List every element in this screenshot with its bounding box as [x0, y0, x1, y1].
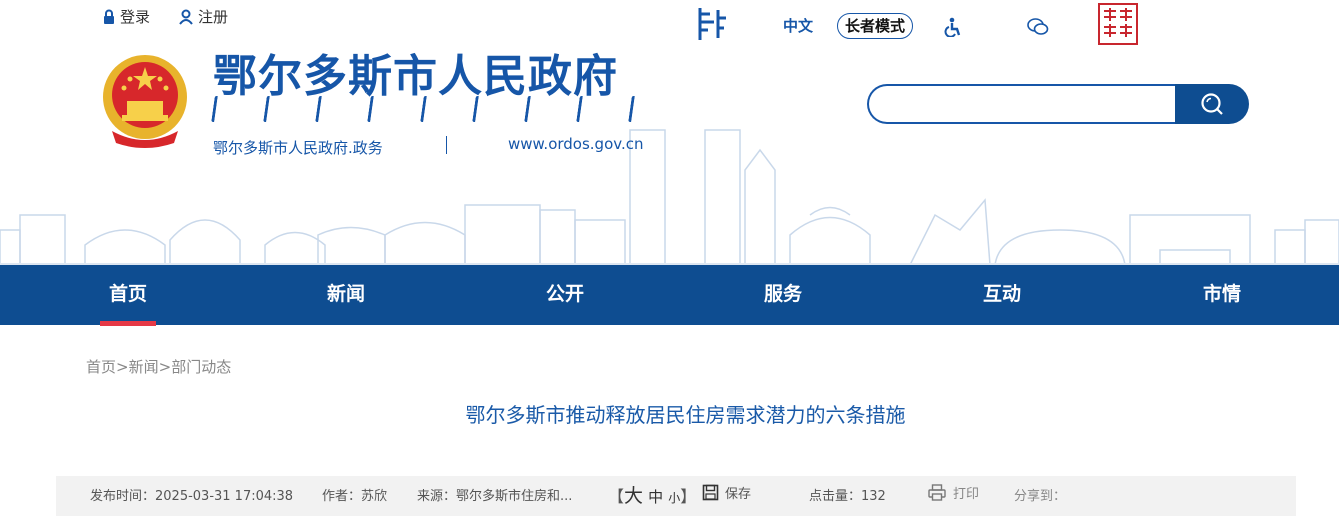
- article-title: 鄂尔多斯市推动释放居民住房需求潜力的六条措施: [465, 403, 906, 427]
- nav-item-news[interactable]: 新闻: [286, 265, 406, 325]
- article-meta-bar: 发布时间：2025-03-31 17:04:38 作者：苏欣 来源：鄂尔多斯市住…: [56, 476, 1296, 516]
- hit-count-label: 点击量：: [809, 489, 862, 504]
- save-icon: [702, 484, 719, 501]
- article-source: 来源：鄂尔多斯市住房和...: [417, 489, 573, 504]
- user-icon: [179, 9, 193, 25]
- login-label: 登录: [120, 8, 151, 26]
- font-bracket-left: 【: [608, 487, 625, 506]
- search-input[interactable]: [867, 84, 1187, 124]
- breadcrumb: 首页>新闻>部门动态: [86, 356, 231, 377]
- font-bracket-right: 】: [680, 487, 697, 506]
- mongolian-script-icon[interactable]: [692, 6, 730, 42]
- site-title: 鄂尔多斯市人民政府: [213, 51, 618, 102]
- site-divider: [446, 136, 447, 154]
- nav-item-interact[interactable]: 互动: [942, 265, 1062, 325]
- breadcrumb-separator: >: [116, 358, 129, 376]
- save-button[interactable]: 保存: [702, 483, 751, 502]
- main-nav: 首页 新闻 公开 服务 互动 市情: [0, 265, 1339, 326]
- lock-icon: [104, 9, 114, 24]
- nav-item-home[interactable]: 首页: [68, 265, 188, 326]
- site-subtitle: 鄂尔多斯市人民政府.政务: [213, 139, 383, 157]
- print-label: 打印: [953, 487, 980, 502]
- national-emblem-icon: [103, 55, 187, 148]
- font-small-button[interactable]: 小: [668, 491, 680, 505]
- search-button[interactable]: [1175, 84, 1249, 124]
- share-label: 分享到：: [1014, 489, 1067, 504]
- accessibility-icon[interactable]: [943, 17, 961, 37]
- ordos-online-seal-icon[interactable]: [1098, 3, 1138, 45]
- breadcrumb-home[interactable]: 首页: [86, 358, 116, 376]
- nav-item-service[interactable]: 服务: [723, 265, 843, 325]
- chinese-language-link[interactable]: 中文: [783, 15, 813, 36]
- hit-count-value: 132: [861, 489, 886, 504]
- print-button[interactable]: 打印: [928, 483, 979, 502]
- save-label: 保存: [725, 487, 752, 502]
- search-bar: [867, 84, 1249, 124]
- city-skyline-illustration: [0, 129, 1339, 265]
- breadcrumb-separator: >: [158, 358, 172, 376]
- mongolian-title-script: [211, 96, 645, 128]
- nav-item-public[interactable]: 公开: [505, 265, 625, 325]
- elder-mode-button[interactable]: 长者模式: [837, 13, 914, 39]
- publish-time: 发布时间：2025-03-31 17:04:38: [90, 489, 294, 504]
- article-author: 作者：苏欣: [322, 489, 388, 504]
- register-link[interactable]: 注册: [178, 6, 228, 27]
- site-url[interactable]: www.ordos.gov.cn: [508, 135, 644, 153]
- nav-item-city-info[interactable]: 市情: [1162, 265, 1282, 325]
- hit-count: 点击量：132: [809, 485, 886, 504]
- font-size-controls: 【大 中 小】: [608, 481, 696, 508]
- register-label: 注册: [198, 8, 229, 26]
- breadcrumb-current[interactable]: 部门动态: [171, 358, 231, 376]
- printer-icon: [928, 484, 946, 501]
- wechat-icon[interactable]: [1027, 17, 1049, 37]
- login-link[interactable]: 登录: [102, 6, 150, 27]
- search-icon: [1201, 93, 1223, 115]
- breadcrumb-news[interactable]: 新闻: [129, 358, 159, 376]
- font-large-button[interactable]: 大: [624, 485, 643, 507]
- site-header: 登录 注册 鄂尔多斯市人民政府 鄂尔多斯市人民政府.政务 www.ordos.g…: [0, 0, 1339, 265]
- font-medium-button[interactable]: 中: [648, 488, 663, 506]
